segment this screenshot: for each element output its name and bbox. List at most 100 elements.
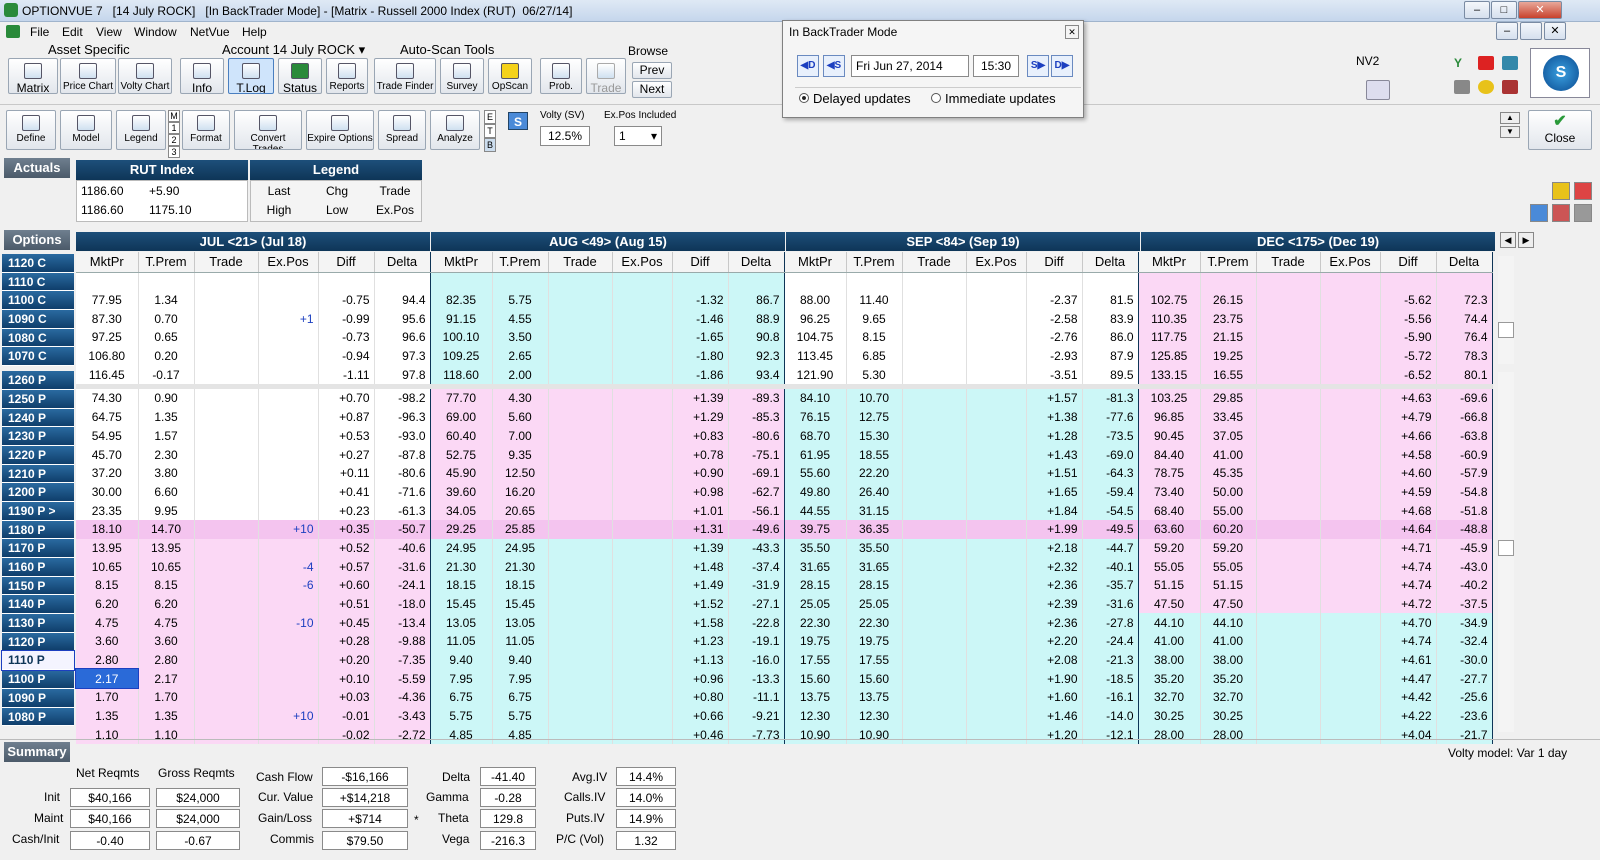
cell-dec-trade[interactable] [1256,576,1321,595]
cell-sep-trade[interactable] [902,426,967,446]
m1-button[interactable]: 1 [168,122,180,134]
menu-edit[interactable]: Edit [62,25,83,39]
put-scroll-thumb[interactable] [1498,540,1514,556]
prev-month-button[interactable]: ◀ [1500,232,1516,248]
cell-jul-trade[interactable] [194,328,259,347]
cell-dec-trade[interactable] [1256,445,1321,464]
cell-jul-trade[interactable] [194,650,259,670]
col-header-sep-mktpr[interactable]: MktPr [784,252,847,273]
cell-aug-trade[interactable] [548,632,613,651]
table-row[interactable]: 1.10 1.10 -0.02 -2.72 4.85 4.85 +0.46 -7.73 10.9… [76,725,1493,745]
cell-jul-trade[interactable] [194,688,259,707]
t-button[interactable]: T [484,124,496,138]
table-row[interactable]: 37.20 3.80 +0.11 -80.6 45.90 12.50 +0.90 -69.1 5… [76,463,1493,483]
cell-sep-trade[interactable] [902,557,967,576]
cell-sep-trade[interactable] [902,482,967,502]
status-button[interactable]: Status [278,58,322,94]
table-row[interactable]: 106.80 0.20 -0.94 97.3 109.25 2.65 -1.80 92.3 11… [76,346,1493,366]
cell-dec-trade[interactable] [1256,538,1321,558]
cell-jul-mktpr[interactable]: 2.17 [75,668,139,690]
define-button[interactable]: Define [6,110,56,150]
scroll-up-button[interactable]: ▲ [1500,112,1520,124]
cell-jul-trade[interactable] [194,632,259,651]
col-header-aug-trade[interactable]: Trade [548,252,613,273]
menu-netvue[interactable]: NetVue [190,25,230,39]
strike-label[interactable]: 1070 C [2,347,74,367]
note-icon[interactable] [1502,56,1518,70]
cell-sep-trade[interactable] [902,463,967,483]
format-button[interactable]: Format [182,110,230,150]
cell-sep-trade[interactable] [902,501,967,520]
cell-aug-trade[interactable] [548,688,613,707]
menu-help[interactable]: Help [242,25,267,39]
strike-label[interactable]: 1250 P [2,389,74,409]
col-header-dec-mktpr[interactable]: MktPr [1138,252,1201,273]
cell-sep-trade[interactable] [902,365,967,385]
strike-label[interactable]: 1130 P [2,614,74,633]
mdi-minimize-button[interactable]: – [1496,22,1518,40]
cell-jul-trade[interactable] [194,576,259,595]
cell-jul-trade[interactable] [194,309,259,329]
strike-label[interactable]: 1110 C [2,272,74,292]
cell-aug-trade[interactable] [548,669,613,689]
cell-jul-trade[interactable] [194,613,259,633]
col-header-jul-trade[interactable]: Trade [194,252,259,273]
cell-aug-trade[interactable] [548,576,613,595]
cell-jul-trade[interactable] [194,669,259,689]
cell-dec-trade[interactable] [1256,669,1321,689]
trade-finder-button[interactable]: Trade Finder [374,58,436,94]
strike-label[interactable]: 1120 P [2,632,74,652]
col-header-aug-expos[interactable]: Ex.Pos [612,252,673,273]
cell-sep-trade[interactable] [902,272,967,291]
col-header-dec-trade[interactable]: Trade [1256,252,1321,273]
col-header-sep-tprem[interactable]: T.Prem [846,252,903,273]
chart-icon[interactable] [1552,204,1570,222]
legend-button[interactable]: Legend [116,110,166,150]
cell-dec-trade[interactable] [1256,309,1321,329]
cell-dec-trade[interactable] [1256,688,1321,707]
col-header-dec-tprem[interactable]: T.Prem [1200,252,1257,273]
col-header-jul-tprem[interactable]: T.Prem [138,252,195,273]
m3-button[interactable]: 3 [168,146,180,158]
immediate-updates-radio[interactable]: Immediate updates [931,91,1056,106]
table-row[interactable]: 2.80 2.80 +0.20 -7.35 9.40 9.40 +1.13 -16.0 17.5… [76,650,1493,670]
price-chart-button[interactable]: Price Chart [60,58,116,94]
cell-jul-trade[interactable] [194,706,259,726]
cell-jul-trade[interactable] [194,557,259,576]
table-row[interactable]: 30.00 6.60 +0.41 -71.6 39.60 16.20 +0.98 -62.7 4… [76,482,1493,502]
matrix-button[interactable]: Matrix [8,58,58,94]
strike-label[interactable]: 1180 P [2,520,74,540]
convert-trades-button[interactable]: Convert Trades [234,110,302,150]
m2-button[interactable]: 2 [168,134,180,146]
cell-jul-trade[interactable] [194,482,259,502]
col-header-sep-expos[interactable]: Ex.Pos [966,252,1027,273]
col-header-jul-mktpr[interactable]: MktPr [76,252,139,273]
analyze-button[interactable]: Analyze [430,110,480,150]
col-header-jul-delta[interactable]: Delta [374,252,431,273]
table-row[interactable]: 4.75 4.75 -10 +0.45 -13.4 13.05 13.05 +1.58 -22.… [76,613,1493,633]
cell-jul-trade[interactable] [194,445,259,464]
table-row[interactable]: 64.75 1.35 +0.87 -96.3 69.00 5.60 +1.29 -85.3 76… [76,407,1493,427]
cell-jul-trade[interactable] [194,365,259,385]
cell-jul-trade[interactable] [194,594,259,614]
survey-button[interactable]: Survey [440,58,484,94]
expos-select[interactable]: 1 ▾ [614,126,662,146]
cell-dec-trade[interactable] [1256,328,1321,347]
table-row[interactable] [76,272,1493,291]
strike-label[interactable]: 1110 P [1,650,75,672]
strike-label[interactable]: 1160 P [2,558,74,577]
expire-options-button[interactable]: Expire Options [306,110,374,150]
reports-button[interactable]: Reports [326,58,368,94]
strike-label[interactable]: 1200 P [2,483,74,502]
cell-dec-trade[interactable] [1256,272,1321,291]
forward-step-button[interactable]: S▶ [1027,55,1049,77]
strike-label[interactable]: 1170 P [2,539,74,558]
alert-icon[interactable] [1502,80,1518,94]
cell-jul-trade[interactable] [194,519,259,539]
cell-jul-trade[interactable] [194,538,259,558]
cell-jul-trade[interactable] [194,501,259,520]
cell-dec-trade[interactable] [1256,501,1321,520]
m-button[interactable]: M [168,110,180,122]
cell-jul-trade[interactable] [194,407,259,427]
back-step-button[interactable]: ◀S [823,55,845,77]
